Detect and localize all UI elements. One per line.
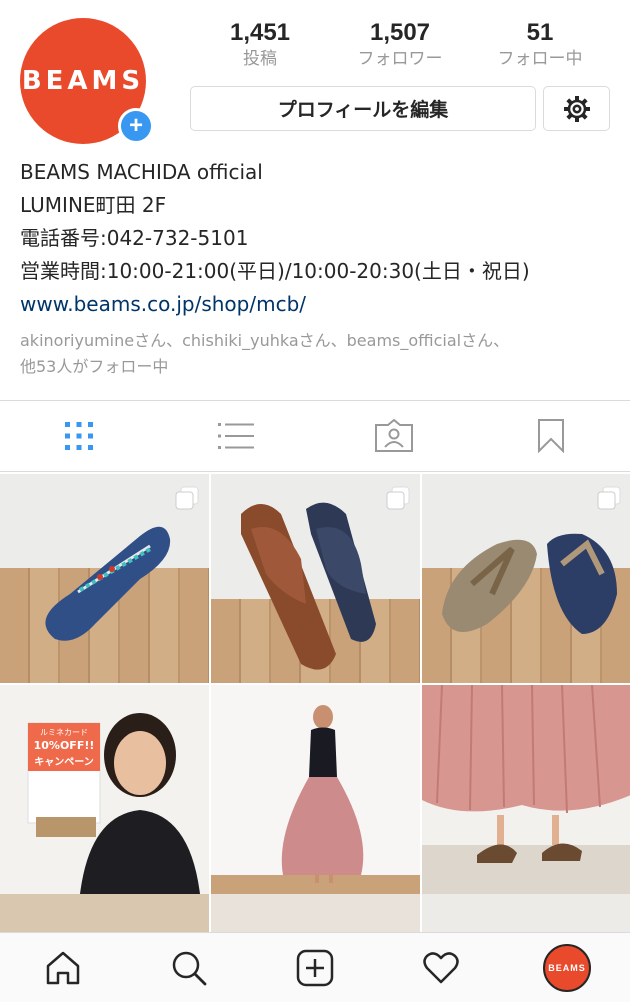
edit-profile-button[interactable]: プロフィールを編集 [190, 86, 536, 131]
campaign-sign-line-3: キャンペーン [34, 757, 94, 768]
post-thumbnail[interactable] [0, 474, 209, 683]
post-thumbnail[interactable] [211, 685, 420, 894]
post-grid: ルミネカード 10%OFF!! キャンペーン [0, 474, 630, 894]
followed-by-line-2: 他53人がフォロー中 [20, 357, 169, 376]
skirt-outfit-image [211, 705, 420, 894]
stat-following[interactable]: 51 フォロー中 [470, 18, 610, 70]
nav-activity[interactable] [378, 933, 504, 1002]
campaign-sign-line-1: ルミネカード [40, 728, 88, 737]
bio-line-phone: 電話番号:042-732-5101 [20, 226, 249, 250]
settings-button[interactable] [543, 86, 610, 131]
bottom-navigation: BEAMS [0, 932, 630, 1002]
bio-line-location: LUMINE町田 2F [20, 193, 167, 217]
following-count: 51 [526, 19, 554, 46]
nav-new-post[interactable] [252, 933, 378, 1002]
following-label: フォロー中 [497, 49, 583, 68]
followed-by-text[interactable]: akinoriyumineさん、chishiki_yuhkaさん、beams_o… [20, 328, 620, 380]
multi-photo-icon [386, 486, 410, 510]
posts-count: 1,451 [229, 19, 291, 46]
nav-search[interactable] [126, 933, 252, 1002]
tab-list[interactable] [158, 401, 316, 471]
grid-icon [64, 422, 93, 450]
stat-posts[interactable]: 1,451 投稿 [190, 18, 330, 70]
home-icon [46, 951, 80, 984]
post-thumbnail[interactable] [211, 894, 420, 934]
tab-tagged[interactable] [315, 401, 473, 471]
nav-profile[interactable]: BEAMS [504, 933, 630, 1002]
post-thumbnail[interactable]: ルミネカード 10%OFF!! キャンペーン [0, 685, 209, 894]
new-post-icon [296, 949, 334, 986]
bookmark-icon [538, 419, 565, 453]
profile-tabs [0, 400, 630, 472]
post-thumbnail[interactable] [422, 474, 630, 683]
nav-avatar-text: BEAMS [548, 962, 586, 973]
followers-count: 1,507 [369, 19, 431, 46]
bio-website-link[interactable]: www.beams.co.jp/shop/mcb/ [20, 288, 620, 321]
gear-icon [563, 95, 590, 122]
posts-label: 投稿 [243, 49, 277, 68]
tab-grid[interactable] [0, 401, 158, 471]
add-story-icon[interactable]: + [118, 108, 154, 144]
tagged-icon [374, 419, 413, 452]
post-thumbnail[interactable] [0, 894, 209, 934]
stat-followers[interactable]: 1,507 フォロワー [330, 18, 470, 70]
post-thumbnail[interactable] [211, 474, 420, 683]
activity-icon [423, 951, 459, 983]
bio-line-hours: 営業時間:10:00-21:00(平日)/10:00-20:30(土日・祝日) [20, 259, 530, 283]
woman-portrait-image [27, 713, 200, 894]
list-icon [218, 423, 255, 449]
followers-label: フォロワー [357, 49, 443, 68]
post-thumbnail[interactable] [422, 894, 630, 934]
nav-home[interactable] [0, 933, 126, 1002]
profile-icon: BEAMS [543, 943, 591, 992]
profile-name: BEAMS MACHIDA official [20, 160, 263, 184]
post-grid-next-row [0, 894, 630, 934]
campaign-sign-line-2: 10%OFF!! [33, 739, 95, 752]
profile-stats: 1,451 投稿 1,507 フォロワー 51 フォロー中 [190, 18, 610, 70]
avatar-logo-text: BEAMS [21, 66, 145, 96]
pink-skirt-sandals-image [422, 685, 630, 894]
followed-by-line-1: akinoriyumineさん、chishiki_yuhkaさん、beams_o… [20, 331, 510, 350]
tab-saved[interactable] [473, 401, 630, 471]
multi-photo-icon [597, 486, 621, 510]
multi-photo-icon [175, 486, 199, 510]
search-icon [172, 951, 207, 985]
post-thumbnail[interactable] [422, 685, 630, 894]
profile-bio: BEAMS MACHIDA official LUMINE町田 2F 電話番号:… [20, 156, 620, 380]
